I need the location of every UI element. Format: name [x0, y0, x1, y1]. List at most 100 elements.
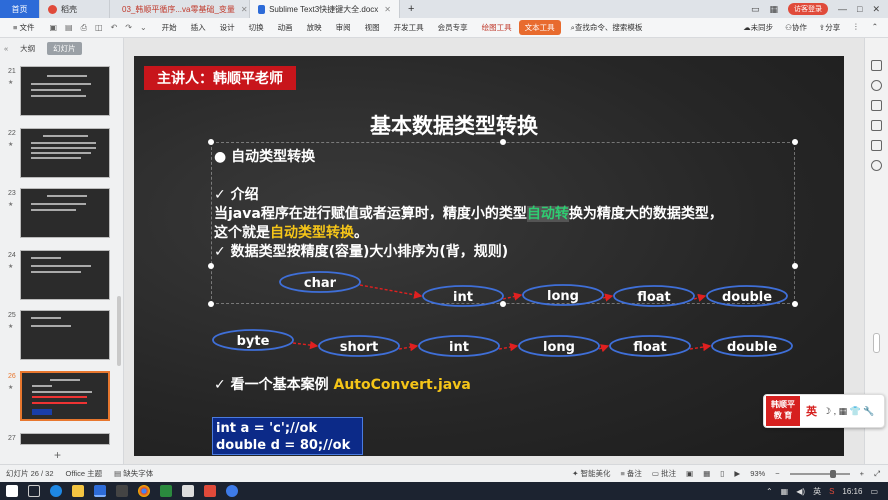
wps-taskbar-icon[interactable]: [204, 485, 216, 497]
preview-icon[interactable]: ◫: [95, 23, 103, 33]
menu-animation[interactable]: 动画: [271, 22, 300, 33]
comments-button[interactable]: ▭ 批注: [652, 468, 676, 479]
slide-26[interactable]: 主讲人：韩顺平老师 基本数据类型转换 ● 自动类型转换 ✓ 介绍 当java程序…: [134, 56, 844, 456]
app-icon[interactable]: [160, 485, 172, 497]
menu-text-tools[interactable]: 文本工具: [518, 20, 561, 35]
grid-icon[interactable]: ▦: [770, 4, 779, 15]
layout-icon[interactable]: [871, 120, 882, 131]
command-search[interactable]: ⌕查找命令、搜索模板: [561, 22, 653, 33]
menu-developer[interactable]: 开发工具: [387, 22, 431, 33]
pin-icon[interactable]: [871, 80, 882, 91]
app-icon[interactable]: [182, 485, 194, 497]
unsynced-button[interactable]: ☁未同步: [743, 22, 773, 33]
close-tab-icon[interactable]: ✕: [384, 5, 391, 14]
volume-icon[interactable]: ◀): [796, 487, 805, 496]
menu-review[interactable]: 审阅: [329, 22, 358, 33]
normal-view-icon[interactable]: ▣: [686, 469, 693, 478]
slide-thumb-24[interactable]: 24 ★: [0, 250, 118, 302]
zoom-slider-knob[interactable]: [829, 469, 836, 478]
minimize-button[interactable]: —: [838, 4, 847, 14]
menu-view[interactable]: 视图: [358, 22, 387, 33]
layout-icon[interactable]: ▭: [751, 4, 760, 15]
tab-slides[interactable]: 幻灯片: [47, 42, 82, 55]
reading-view-icon[interactable]: ▯: [720, 469, 724, 478]
windows-start-icon[interactable]: [6, 485, 18, 497]
backup-icon[interactable]: [871, 140, 882, 151]
save-icon[interactable]: ▤: [65, 23, 73, 33]
animation-icon[interactable]: [871, 100, 882, 111]
people-icon: ⚇: [785, 23, 792, 32]
app-icon[interactable]: [226, 485, 238, 497]
ime-toolbar-icons[interactable]: ☽ , ▦ 👕 🔧: [823, 406, 875, 417]
tab-home[interactable]: 首页: [0, 0, 40, 18]
new-tab-button[interactable]: +: [400, 0, 422, 18]
menu-slideshow[interactable]: 放映: [300, 22, 329, 33]
slide-thumb-25[interactable]: 25 ★: [0, 310, 118, 362]
slide-thumb-26[interactable]: 26 ★: [0, 371, 118, 423]
zoom-in-icon[interactable]: +: [860, 469, 864, 478]
file-explorer-icon[interactable]: [72, 485, 84, 497]
share-button[interactable]: ⇪分享: [819, 22, 840, 33]
slide-thumb-23[interactable]: 23 ★: [0, 188, 118, 240]
sorter-view-icon[interactable]: ▦: [703, 469, 710, 478]
slide-thumbnail: [20, 66, 110, 116]
task-view-icon[interactable]: [28, 485, 40, 497]
menu-member[interactable]: 会员专享: [431, 22, 475, 33]
app-icon[interactable]: [116, 485, 128, 497]
menu-drawing-tools[interactable]: 绘图工具: [475, 22, 519, 33]
notes-button[interactable]: ≡ 备注: [620, 468, 641, 479]
menu-transition[interactable]: 切换: [242, 22, 271, 33]
visitor-login-button[interactable]: 访客登录: [788, 3, 829, 15]
canvas-scrollbar[interactable]: [873, 333, 880, 353]
collapse-panel-icon[interactable]: «: [4, 44, 8, 53]
redo-icon[interactable]: ↷: [125, 23, 132, 33]
notification-icon[interactable]: ▭: [870, 487, 878, 496]
play-icon[interactable]: ▶: [734, 469, 740, 478]
terminal-icon[interactable]: [94, 485, 106, 497]
slide-number: 23: [8, 190, 16, 197]
file-menu[interactable]: ≡ 文件: [6, 22, 41, 33]
clock[interactable]: 16:16: [842, 487, 862, 496]
command-search-label: 查找命令、搜索模板: [574, 23, 643, 32]
tab-word-file[interactable]: Sublime Text3快捷键大全.docx ✕: [250, 0, 400, 18]
ime-mode-icon[interactable]: S: [829, 487, 834, 496]
print-icon[interactable]: ⎙: [81, 23, 87, 33]
more-icon[interactable]: ⋮: [852, 22, 860, 33]
menu-start[interactable]: 开始: [155, 22, 184, 33]
zoom-slider[interactable]: [789, 469, 850, 478]
menu-design[interactable]: 设计: [213, 22, 242, 33]
code-box[interactable]: int a = 'c';//ok double d = 80;//ok: [212, 417, 363, 455]
slide-thumb-21[interactable]: 21 ★: [0, 66, 118, 118]
ime-language-button[interactable]: 英: [806, 403, 817, 419]
zoom-out-icon[interactable]: −: [775, 469, 779, 478]
beautify-button[interactable]: ✦ 智能美化: [572, 468, 610, 479]
slide-thumb-22[interactable]: 22 ★: [0, 128, 118, 180]
edge-browser-icon[interactable]: [50, 485, 62, 497]
settings-icon[interactable]: [871, 160, 882, 171]
collapse-ribbon-icon[interactable]: ⌃: [872, 22, 878, 33]
fit-window-icon[interactable]: ⤢: [874, 469, 880, 479]
chevron-down-icon[interactable]: ⌄: [140, 23, 147, 33]
undo-icon[interactable]: ↶: [111, 23, 118, 33]
zoom-level[interactable]: 93%: [750, 469, 765, 478]
missing-font-button[interactable]: ▤ 缺失字体: [108, 468, 159, 479]
collab-button[interactable]: ⚇协作: [785, 22, 807, 33]
panel-scrollbar[interactable]: [117, 296, 121, 366]
tab-wps[interactable]: 稻壳: [40, 0, 110, 18]
chrome-icon[interactable]: [138, 485, 150, 497]
add-slide-button[interactable]: +: [54, 448, 61, 462]
tray-up-icon[interactable]: ⌃: [766, 487, 773, 496]
network-icon[interactable]: ▦: [781, 487, 789, 496]
close-button[interactable]: ✕: [872, 4, 880, 15]
ime-indicator[interactable]: 英: [813, 486, 821, 497]
close-tab-icon[interactable]: ✕: [241, 5, 248, 14]
maximize-button[interactable]: □: [857, 4, 862, 14]
conversion-arrow: [292, 340, 319, 350]
folder-icon[interactable]: ▣: [49, 23, 57, 33]
tab-wps-label: 稻壳: [61, 4, 77, 14]
collab-label: 协作: [791, 23, 807, 32]
menu-insert[interactable]: 插入: [184, 22, 213, 33]
tab-ppt-file[interactable]: 03_韩顺平循序...va零基础_变量 ✕: [110, 0, 250, 18]
property-icon[interactable]: [871, 60, 882, 71]
tab-outline[interactable]: 大纲: [14, 42, 41, 55]
